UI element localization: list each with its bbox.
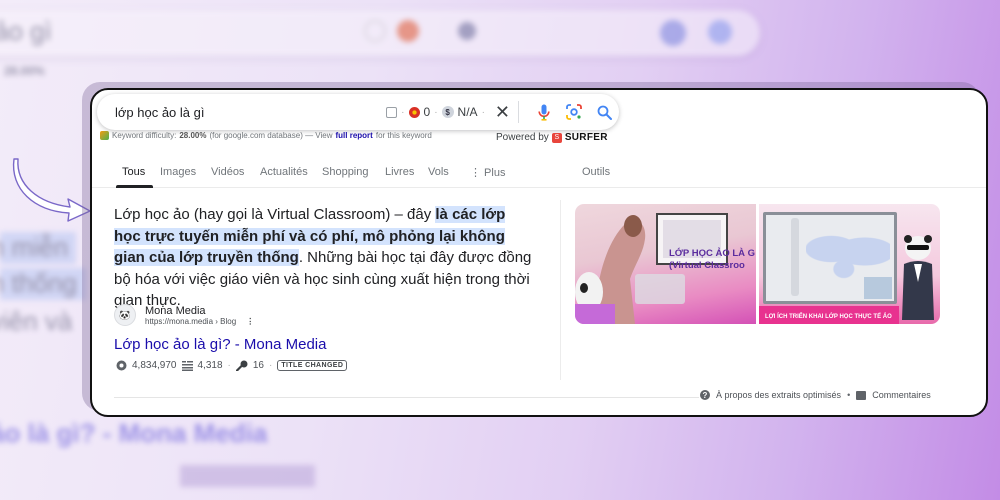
- divider: [518, 101, 519, 123]
- site-breadcrumb: › Blog: [215, 316, 237, 326]
- tab-tous[interactable]: Tous: [115, 166, 154, 188]
- search-box[interactable]: lớp học ảo là gì · 0 · $ N/A · ✕: [97, 94, 619, 130]
- webcam-tile: [864, 277, 892, 299]
- surfer-brand: SURFER: [564, 132, 608, 143]
- bg-search-bar: [0, 10, 760, 56]
- bg-highlight-1: [0, 232, 76, 264]
- about-snippets-link[interactable]: À propos des extraits optimisés: [716, 390, 841, 400]
- extension-count: 0: [423, 105, 431, 119]
- dollar-icon: $: [441, 106, 454, 118]
- bg-checkbox: [364, 20, 386, 42]
- bg-search: [708, 20, 732, 44]
- bg-title: ảo là gì? - Mona Media: [0, 418, 268, 448]
- tab-actualites[interactable]: Actualités: [260, 166, 308, 178]
- keyword-db-note: (for google.com database) — View: [209, 131, 333, 140]
- board-toolbar: [791, 218, 799, 296]
- tab-livres[interactable]: Livres: [385, 166, 414, 178]
- surfer-logo-icon: S: [551, 132, 562, 143]
- keyword-difficulty-label: Keyword difficulty:: [112, 131, 177, 140]
- separator: ·: [401, 106, 405, 118]
- result-source[interactable]: 🐼 Mona Media https://mona.media › Blog ⋮: [114, 304, 254, 326]
- bg-line-1: n miễn: [0, 232, 69, 262]
- clear-icon[interactable]: ✕: [495, 103, 510, 121]
- world-map: [806, 229, 890, 279]
- seo-extension-toolbar: · 0 · $ N/A ·: [386, 105, 485, 119]
- help-icon: ?: [700, 390, 710, 400]
- keyword-tool-icon: [100, 131, 109, 140]
- thumbnail-image-2[interactable]: LỢI ÍCH TRIỂN KHAI LỚP HỌC THỰC TẾ ẢO: [759, 204, 940, 324]
- bg-line-2: n thống: [0, 268, 77, 298]
- keyword-difficulty-bar: Keyword difficulty: 28.00% (for google.c…: [100, 131, 432, 140]
- traffic-value: 4,834,970: [132, 360, 177, 371]
- more-options-icon[interactable]: ⋮: [246, 317, 254, 326]
- snippet-intro: Lớp học ảo (hay gọi là Virtual Classroom…: [114, 206, 436, 223]
- traffic-icon: [116, 360, 127, 371]
- feedback-link[interactable]: Commentaires: [872, 390, 931, 400]
- extension-checkbox[interactable]: [386, 106, 398, 118]
- site-name: Mona Media: [145, 304, 206, 317]
- tab-vols[interactable]: Vols: [428, 166, 449, 178]
- curved-arrow-icon: [12, 158, 91, 222]
- thumbnail-2-caption: LỢI ÍCH TRIỂN KHAI LỚP HỌC THỰC TẾ ẢO: [765, 314, 892, 320]
- feedback-icon: [856, 390, 867, 400]
- bg-query: ảo gì: [0, 16, 52, 46]
- bg-pct: 28.00%: [4, 64, 45, 78]
- site-favicon-icon: 🐼: [114, 304, 136, 326]
- word-count-icon: [181, 360, 193, 371]
- bg-lens: [660, 20, 686, 46]
- site-url: https://mona.media: [145, 316, 214, 326]
- tab-outils[interactable]: Outils: [582, 166, 610, 178]
- separator: •: [847, 390, 851, 400]
- tab-shopping[interactable]: Shopping: [322, 166, 369, 178]
- serp-card: lớp học ảo là gì · 0 · $ N/A · ✕ Keyword…: [90, 88, 988, 417]
- extension-cpc: N/A: [457, 105, 478, 119]
- word-count-value: 4,318: [197, 360, 223, 371]
- whiteboard-illustration: [763, 212, 897, 304]
- search-input[interactable]: lớp học ảo là gì: [115, 105, 386, 120]
- microphone-icon[interactable]: [529, 97, 559, 127]
- powered-by-surfer[interactable]: Powered by S SURFER: [496, 132, 608, 143]
- keywords-value: 16: [252, 360, 264, 371]
- snippet-footer: ? À propos des extraits optimisés • Comm…: [700, 390, 931, 400]
- source-text: Mona Media https://mona.media › Blog ⋮: [145, 305, 254, 326]
- separator: ·: [269, 360, 273, 371]
- full-report-link[interactable]: full report: [336, 131, 373, 140]
- thumbnail-image-1[interactable]: LỚP HỌC ẢO LÀ G (Virtual Classroo: [575, 204, 756, 324]
- separator: ·: [227, 360, 231, 371]
- search-tabs: Tous Images Vidéos Actualités Shopping L…: [92, 158, 986, 188]
- separator: ·: [434, 106, 438, 118]
- bg-red-dot: [397, 20, 419, 42]
- difficulty-dot-icon: [408, 106, 420, 118]
- thumbnail-1-title-line1: LỚP HỌC ẢO LÀ G: [669, 248, 756, 259]
- tab-images[interactable]: Images: [160, 166, 196, 178]
- keyword-suffix: for this keyword: [375, 131, 432, 140]
- bg-badge: [180, 465, 315, 487]
- bg-line-3: viên và: [0, 306, 73, 336]
- separator: ·: [481, 106, 485, 118]
- featured-snippet-text: Lớp học ảo (hay gọi là Virtual Classroom…: [114, 204, 534, 312]
- thumbnail-1-title: LỚP HỌC ẢO LÀ G (Virtual Classroo: [669, 248, 755, 272]
- tab-videos[interactable]: Vidéos: [211, 166, 244, 178]
- result-title-link[interactable]: Lớp học ảo là gì? - Mona Media: [114, 336, 326, 353]
- key-icon: [235, 360, 248, 371]
- panda-mascot-icon: [902, 235, 934, 320]
- title-changed-badge: TITLE CHANGED: [277, 360, 348, 371]
- thumbnail-1-title-line2: (Virtual Classroo: [669, 260, 745, 271]
- tab-plus[interactable]: ⋮ Plus: [470, 166, 505, 179]
- search-icon[interactable]: [589, 97, 619, 127]
- google-lens-icon[interactable]: [559, 97, 589, 127]
- keyword-difficulty-value: 28.00%: [179, 131, 207, 140]
- seo-metrics-row: 4,834,970 4,318 · 16 · TITLE CHANGED: [116, 360, 348, 371]
- bg-dollar: [458, 22, 476, 40]
- site-url-row: https://mona.media › Blog ⋮: [145, 317, 254, 326]
- column-divider: [560, 200, 561, 380]
- bg-highlight-2: [0, 268, 86, 300]
- powered-label: Powered by: [496, 132, 549, 143]
- footer-divider: [114, 397, 699, 398]
